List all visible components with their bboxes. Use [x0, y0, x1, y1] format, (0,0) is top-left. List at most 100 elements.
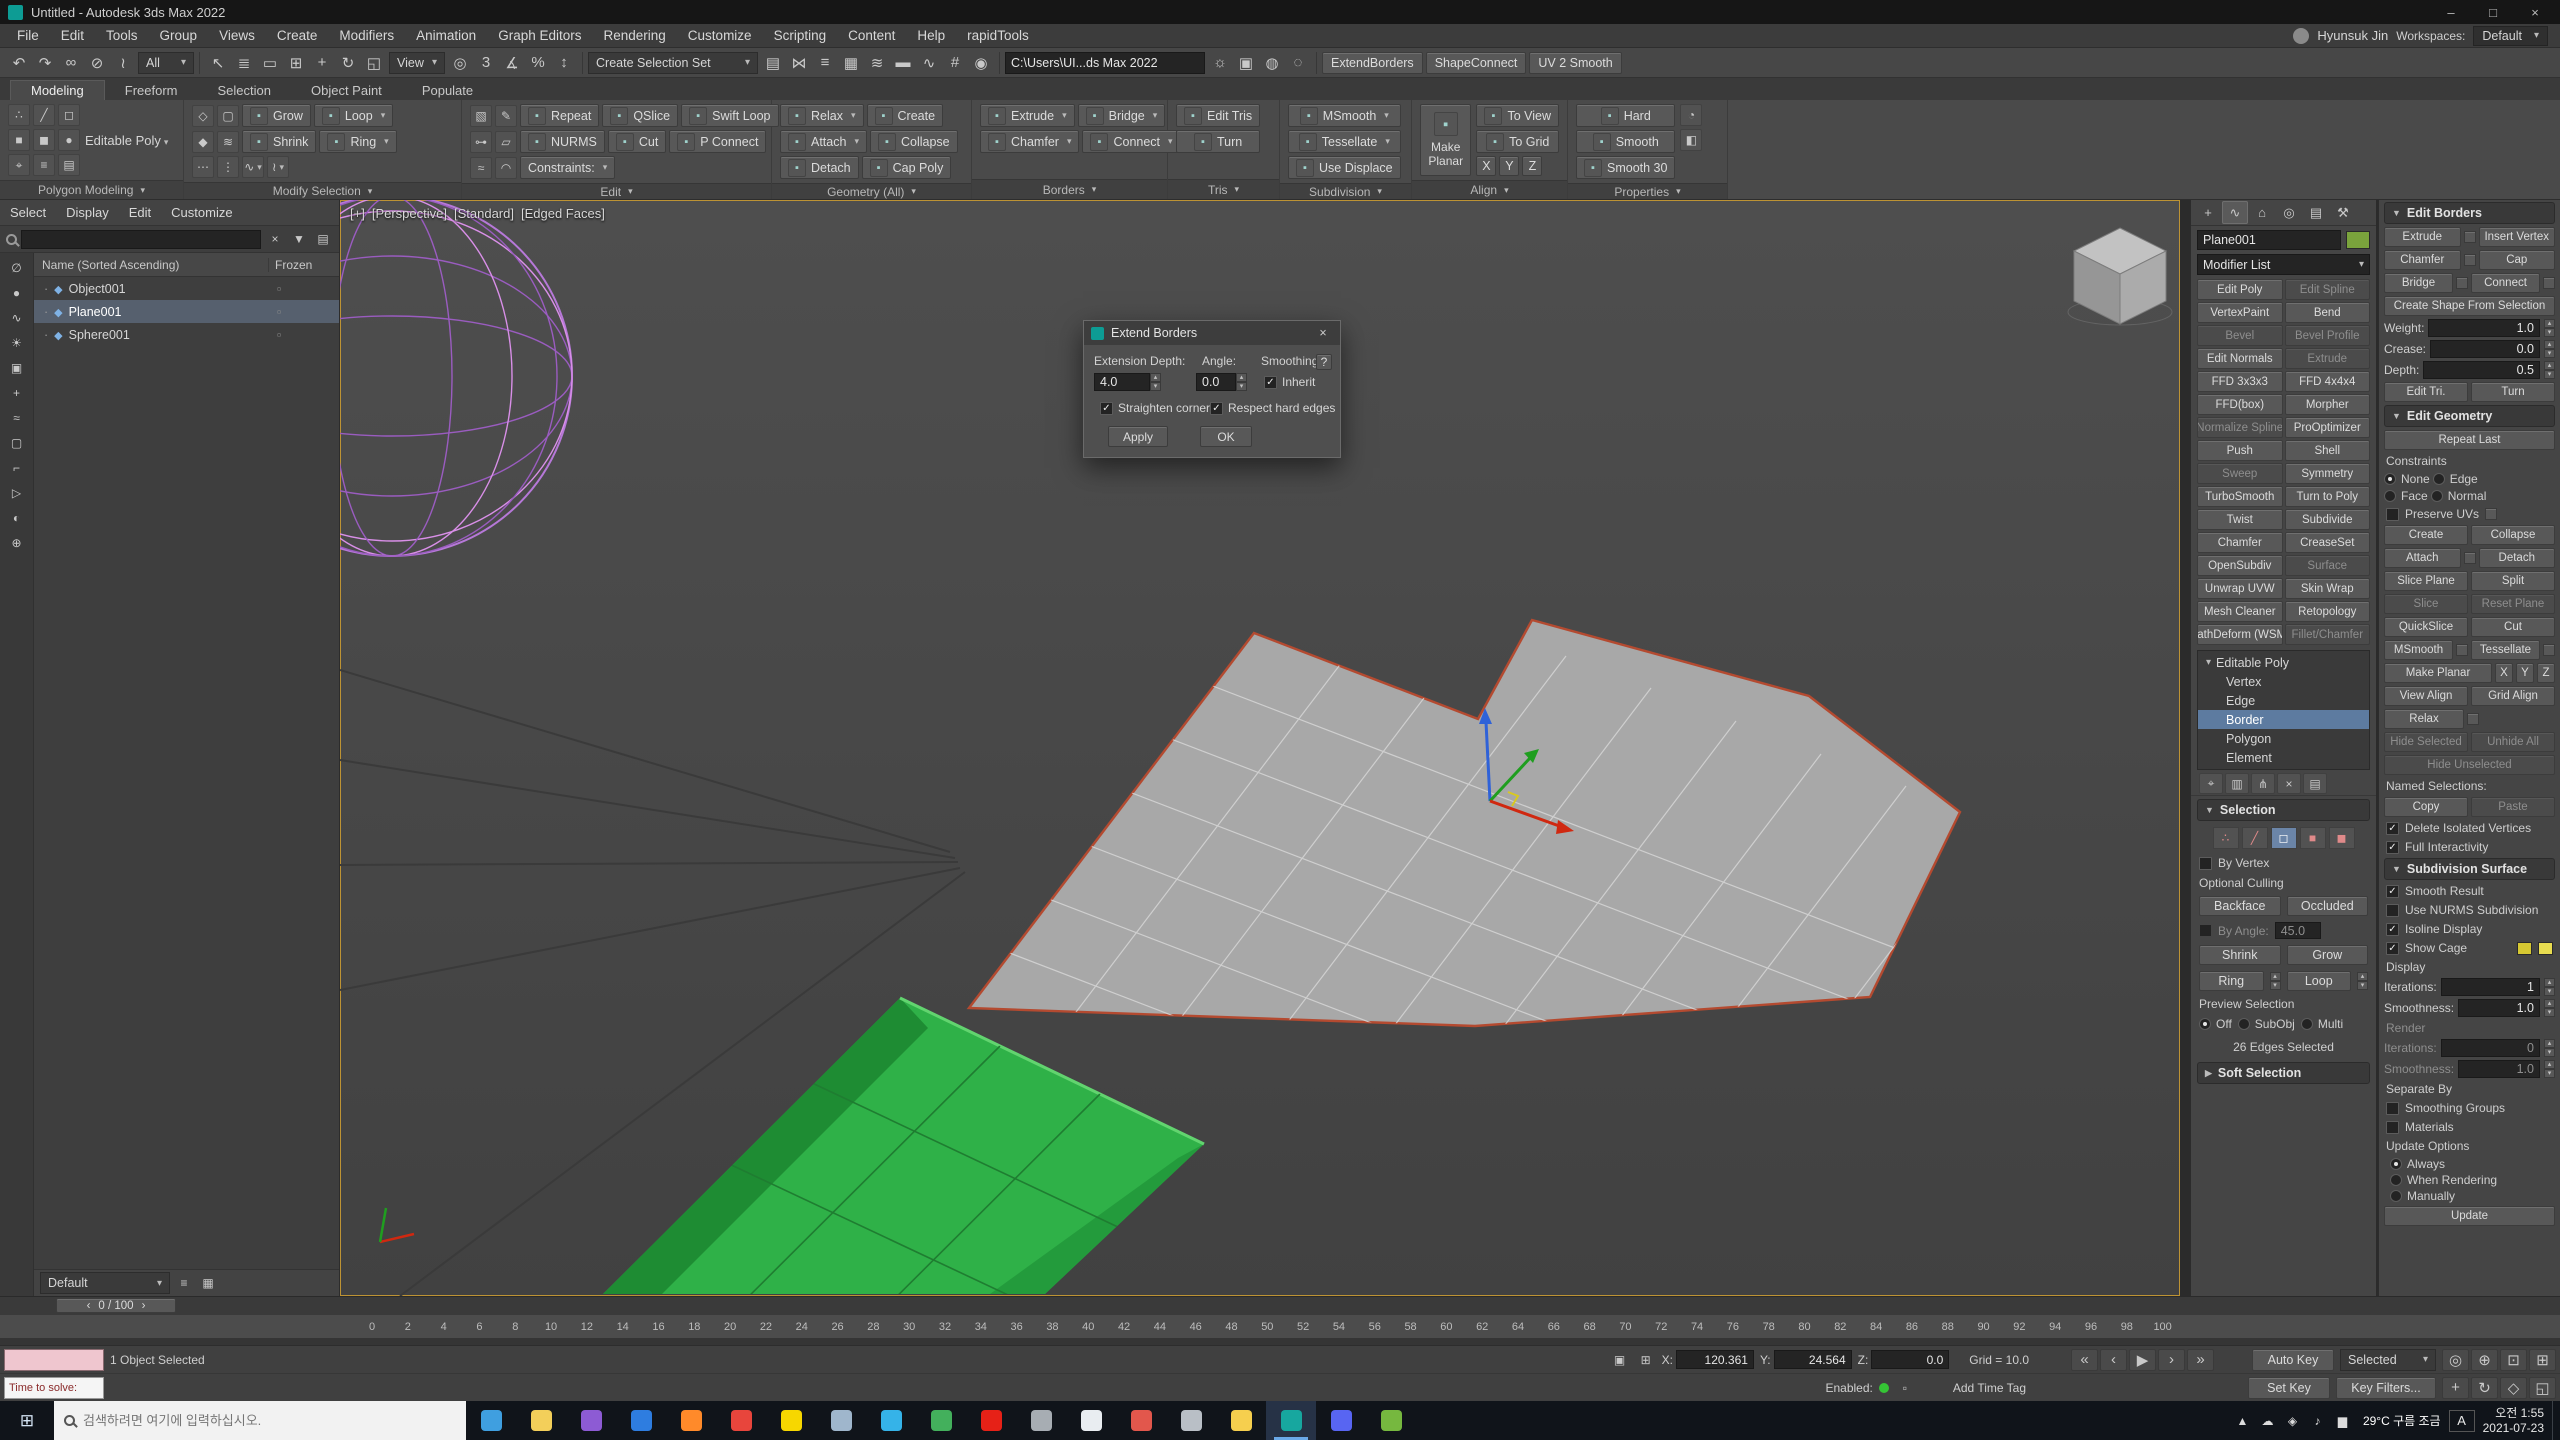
chamfer-settings-icon[interactable]: [2464, 254, 2476, 266]
step-loop-icon[interactable]: ≋: [217, 131, 239, 153]
use-nurms-checkbox[interactable]: [2386, 904, 2399, 917]
taskbar-app-explorer-icon[interactable]: [516, 1401, 566, 1440]
selection-lock-icon[interactable]: ▣: [1610, 1350, 1630, 1370]
by-angle-field[interactable]: 45.0: [2275, 922, 2321, 939]
preserve-uvs-checkbox[interactable]: [2386, 508, 2399, 521]
grow-loop-icon[interactable]: ∿: [242, 156, 264, 178]
script-button[interactable]: ShapeConnect: [1426, 52, 1527, 74]
menu-item[interactable]: Animation: [405, 28, 487, 43]
render-smoothness-spinner[interactable]: [2544, 1060, 2555, 1078]
by-angle-checkbox[interactable]: [2199, 924, 2212, 937]
display-containers-icon[interactable]: ▷: [5, 482, 29, 504]
modifier-button[interactable]: Push: [2197, 440, 2283, 461]
stack-item[interactable]: Element: [2198, 748, 2369, 767]
modifier-button[interactable]: PathDeform (WSM): [2197, 624, 2283, 645]
display-shapes-icon[interactable]: ∿: [5, 307, 29, 329]
pin-stack-icon[interactable]: ⌖: [2199, 773, 2223, 794]
menu-item[interactable]: Scripting: [763, 28, 838, 43]
explorer-menu-item[interactable]: Customize: [161, 200, 242, 225]
menu-item[interactable]: Tools: [95, 28, 149, 43]
ribbon-tab[interactable]: Freeform: [105, 81, 198, 100]
ring-button[interactable]: Ring: [319, 130, 396, 153]
turn-button[interactable]: Turn: [1176, 130, 1260, 153]
modifier-button[interactable]: Extrude: [2285, 348, 2371, 369]
go-to-end-icon[interactable]: »: [2187, 1349, 2214, 1371]
taskbar-app-capture-icon[interactable]: [1166, 1401, 1216, 1440]
selection-rollout-header[interactable]: Selection: [2197, 799, 2370, 821]
taskbar-app-ie-icon[interactable]: [866, 1401, 916, 1440]
tweak-icon[interactable]: ✎: [495, 105, 517, 127]
render-smoothness-field[interactable]: 1.0: [2458, 1060, 2540, 1078]
maxscript-mini-listener[interactable]: Time to solve:: [4, 1377, 104, 1399]
iterations-field[interactable]: 1: [2441, 978, 2540, 996]
time-slider-handle[interactable]: ‹0 / 100›: [56, 1298, 176, 1313]
extension-depth-field[interactable]: 4.0: [1094, 373, 1150, 391]
ring-selection-button[interactable]: Ring: [2199, 971, 2264, 991]
connect-settings-icon[interactable]: [2543, 277, 2555, 289]
display-geometry-icon[interactable]: ●: [5, 282, 29, 304]
key-filters-button[interactable]: Key Filters...: [2336, 1377, 2436, 1399]
taskbar-app-photoshop-icon[interactable]: [1116, 1401, 1166, 1440]
preview-mode-radio[interactable]: SubObj: [2238, 1017, 2295, 1031]
mirror-icon[interactable]: ⋈: [786, 51, 812, 75]
maximize-viewport-toggle-icon[interactable]: ◱: [2529, 1377, 2556, 1399]
frozen-column-header[interactable]: Frozen: [269, 258, 339, 272]
viewport-label-segment[interactable]: [+]: [350, 206, 365, 221]
nurms-button[interactable]: NURMS: [520, 130, 605, 153]
taskbar-app-maps-icon[interactable]: [916, 1401, 966, 1440]
y-coordinate-field[interactable]: 24.564: [1774, 1350, 1852, 1369]
modifier-button[interactable]: FFD 4x4x4: [2285, 371, 2371, 392]
render-iterations-field[interactable]: 0: [2441, 1039, 2540, 1057]
pm-border-icon[interactable]: ◻: [58, 104, 80, 126]
p-connect-button[interactable]: P Connect: [669, 130, 766, 153]
display-none-icon[interactable]: ∅: [5, 257, 29, 279]
relax-button[interactable]: Relax: [780, 104, 864, 127]
scene-object-row[interactable]: Object001: [34, 277, 339, 300]
macro-recorder-line[interactable]: [4, 1349, 104, 1371]
modifier-button[interactable]: Skin Wrap: [2285, 578, 2371, 599]
utilities-tab-icon[interactable]: ⚒: [2330, 201, 2356, 224]
select-by-name-icon[interactable]: ≣: [231, 51, 257, 75]
constraint-edge-radio[interactable]: Edge: [2433, 472, 2478, 486]
grow-button[interactable]: Grow: [242, 104, 311, 127]
ribbon-tab[interactable]: Object Paint: [291, 81, 402, 100]
set-key-button[interactable]: Set Key: [2248, 1377, 2330, 1399]
border-icon[interactable]: ◻: [2271, 827, 2297, 849]
scene-explorer-toggle-icon[interactable]: ▦: [838, 51, 864, 75]
extension-depth-spinner[interactable]: [1150, 373, 1161, 391]
pm-collapse-icon[interactable]: ≡: [33, 154, 55, 176]
outline-selection-icon[interactable]: ▢: [217, 105, 239, 127]
backface-button[interactable]: Backface: [2199, 896, 2281, 916]
clear-search-icon[interactable]: ×: [265, 229, 285, 249]
menu-item[interactable]: Group: [149, 28, 209, 43]
dot-ring-icon[interactable]: ⋮: [217, 156, 239, 178]
paste-selection-button[interactable]: Paste: [2471, 797, 2555, 817]
inherit-checkbox[interactable]: Inherit: [1264, 375, 1315, 389]
taskbar-search[interactable]: [54, 1401, 466, 1440]
pm-polygon-icon[interactable]: ■: [8, 129, 30, 151]
to-view-button[interactable]: To View: [1476, 104, 1559, 127]
modifier-button[interactable]: Mesh Cleaner: [2197, 601, 2283, 622]
percent-snap-icon[interactable]: %: [525, 51, 551, 75]
weight-spinner[interactable]: [2544, 319, 2555, 337]
explorer-menu-item[interactable]: Edit: [119, 200, 161, 225]
polygon-icon[interactable]: ■: [2300, 827, 2326, 849]
pm-element-icon[interactable]: ◼: [33, 129, 55, 151]
display-helpers-icon[interactable]: +: [5, 382, 29, 404]
explorer-menu-item[interactable]: Display: [56, 200, 119, 225]
field-of-view-icon[interactable]: ◇: [2500, 1377, 2527, 1399]
taskbar-app-settings-icon[interactable]: [1016, 1401, 1066, 1440]
select-and-rotate-icon[interactable]: ↻: [335, 51, 361, 75]
modifier-button[interactable]: Twist: [2197, 509, 2283, 530]
taskbar-app-firefox-icon[interactable]: [666, 1401, 716, 1440]
connect-button[interactable]: Connect: [1082, 130, 1180, 153]
menu-item[interactable]: Create: [266, 28, 329, 43]
menu-item[interactable]: Modifiers: [328, 28, 405, 43]
depth-field[interactable]: 0.5: [2423, 361, 2540, 379]
group-label[interactable]: Align: [1412, 180, 1567, 199]
cut-button[interactable]: Cut: [2471, 617, 2555, 637]
weight-field[interactable]: 1.0: [2428, 319, 2540, 337]
cut-button[interactable]: Cut: [608, 130, 666, 153]
tessellate-button[interactable]: Tessellate: [1288, 130, 1401, 153]
modifier-button[interactable]: Subdivide: [2285, 509, 2371, 530]
